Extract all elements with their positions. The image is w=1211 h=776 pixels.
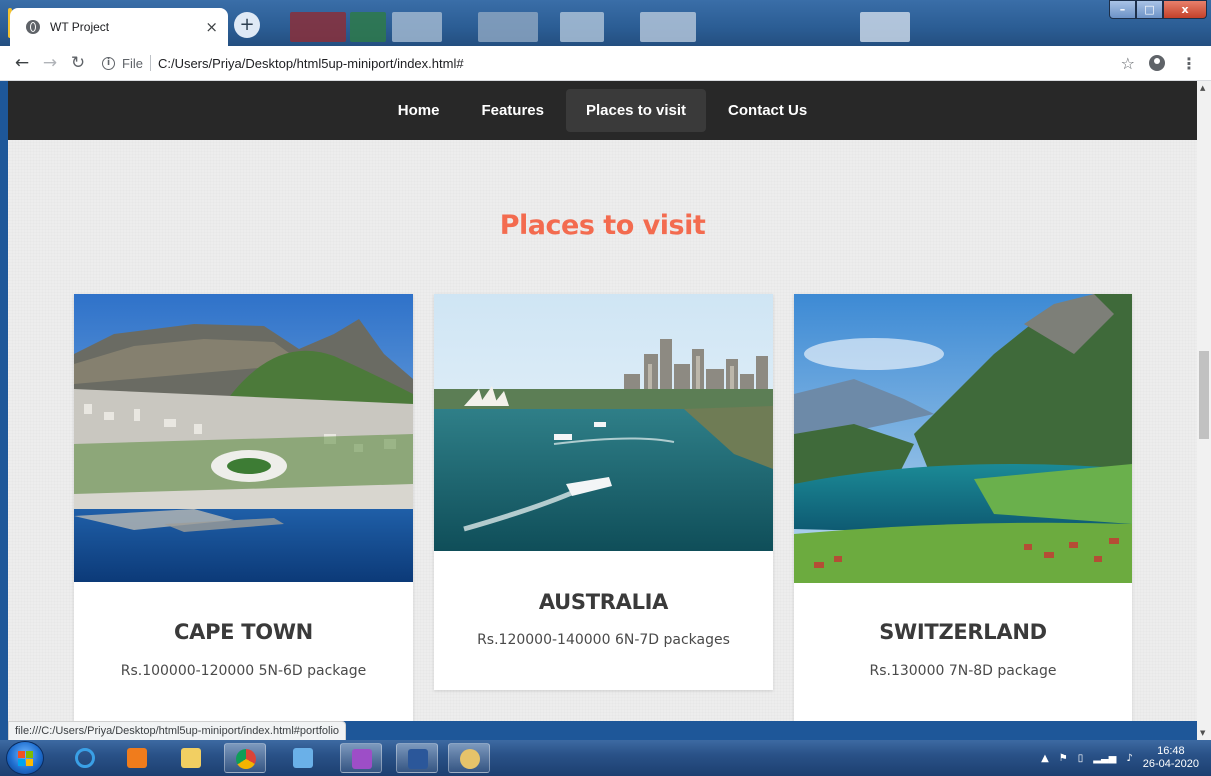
star-icon[interactable]: ☆: [1121, 54, 1135, 73]
site-navbar: Home Features Places to visit Contact Us: [8, 81, 1197, 140]
new-tab-button[interactable]: +: [234, 12, 260, 38]
link-status-bar: file:///C:/Users/Priya/Desktop/html5up-m…: [8, 721, 347, 740]
page-scrollbar[interactable]: ▲ ▼: [1197, 81, 1211, 740]
paint-icon: [460, 749, 480, 769]
page-viewport: Home Features Places to visit Contact Us…: [8, 81, 1197, 721]
windows-taskbar: ▲ ⚑ ▯ ▂▃▅ ♪ 16:48 26-04-2020: [0, 740, 1211, 776]
place-card[interactable]: SWITZERLAND Rs.130000 7N-8D package: [794, 294, 1132, 721]
window-controls: – □ x: [1109, 0, 1207, 19]
background-window: [860, 12, 910, 42]
maximize-button[interactable]: □: [1136, 0, 1163, 19]
background-window: [478, 12, 538, 42]
background-window: [290, 12, 346, 42]
address-bar-url[interactable]: C:/Users/Priya/Desktop/html5up-miniport/…: [158, 56, 1121, 71]
start-button[interactable]: [6, 741, 44, 775]
background-window: [640, 12, 696, 42]
card-title: AUSTRALIA: [538, 590, 669, 614]
place-card[interactable]: CAPE TOWN Rs.100000-120000 5N-6D package: [74, 294, 413, 721]
system-tray: ▲ ⚑ ▯ ▂▃▅ ♪ 16:48 26-04-2020: [1041, 740, 1205, 776]
nav-contact-us[interactable]: Contact Us: [708, 89, 827, 132]
menu-dots-icon[interactable]: ⋮: [1181, 54, 1197, 73]
scrollbar-thumb[interactable]: [1199, 351, 1209, 439]
close-window-button[interactable]: x: [1163, 0, 1207, 19]
back-arrow-icon[interactable]: ←: [8, 53, 36, 73]
taskbar-paint[interactable]: [448, 743, 490, 773]
background-window: [350, 12, 386, 42]
app-icon: [293, 748, 313, 768]
volume-icon[interactable]: ♪: [1126, 753, 1132, 764]
place-card[interactable]: AUSTRALIA Rs.120000-140000 6N-7D package…: [434, 294, 773, 690]
taskbar-file-explorer[interactable]: [170, 743, 212, 773]
taskbar-word[interactable]: [396, 743, 438, 773]
taskbar-app[interactable]: [340, 743, 382, 773]
word-icon: [408, 749, 428, 769]
minimize-button[interactable]: –: [1109, 0, 1136, 19]
media-player-icon: [127, 748, 147, 768]
info-icon[interactable]: i: [102, 56, 115, 70]
nav-places-to-visit[interactable]: Places to visit: [565, 89, 707, 132]
card-title: SWITZERLAND: [879, 620, 1047, 644]
globe-icon: [26, 20, 40, 34]
background-window: [392, 12, 442, 42]
url-separator: [149, 55, 151, 71]
section-heading: Places to visit: [499, 210, 706, 241]
tab-title: WT Project: [50, 20, 110, 34]
sydney-harbour-photo: [434, 294, 773, 551]
card-description: Rs.130000 7N-8D package: [869, 663, 1057, 679]
url-scheme: File: [122, 55, 143, 71]
browser-toolbar: ← → ↻ i File C:/Users/Priya/Desktop/html…: [0, 46, 1211, 81]
nav-features[interactable]: Features: [461, 89, 564, 132]
background-window: [560, 12, 604, 42]
clock-time: 16:48: [1157, 745, 1185, 757]
taskbar-internet-explorer[interactable]: [64, 743, 106, 773]
battery-icon[interactable]: ▯: [1078, 753, 1084, 764]
taskbar-chrome[interactable]: [224, 743, 266, 773]
internet-explorer-icon: [75, 748, 95, 768]
card-description: Rs.100000-120000 5N-6D package: [120, 663, 367, 679]
card-description: Rs.120000-140000 6N-7D packages: [477, 632, 730, 648]
clock-date: 26-04-2020: [1142, 758, 1199, 770]
app-icon: [352, 749, 372, 769]
browser-titlebar: WT Project × + – □ x: [0, 0, 1211, 46]
chrome-icon: [236, 749, 256, 769]
scroll-up-arrow-icon[interactable]: ▲: [1200, 84, 1205, 92]
system-clock[interactable]: 16:48 26-04-2020: [1143, 745, 1199, 771]
card-title: CAPE TOWN: [174, 620, 313, 644]
account-icon[interactable]: [1149, 55, 1165, 71]
taskbar-app[interactable]: [282, 743, 324, 773]
close-tab-icon[interactable]: ×: [205, 18, 218, 36]
network-signal-icon[interactable]: ▂▃▅: [1093, 753, 1116, 764]
flag-icon[interactable]: ⚑: [1059, 753, 1068, 764]
browser-tab[interactable]: WT Project ×: [10, 8, 228, 46]
windows-logo-icon: [18, 751, 34, 767]
forward-arrow-icon[interactable]: →: [36, 53, 64, 73]
folder-icon: [181, 748, 201, 768]
nav-home[interactable]: Home: [378, 89, 460, 132]
reload-icon[interactable]: ↻: [64, 53, 92, 73]
scroll-down-arrow-icon[interactable]: ▼: [1200, 729, 1205, 737]
taskbar-media-player[interactable]: [116, 743, 158, 773]
cape-town-photo: [74, 294, 413, 582]
swiss-lake-photo: [794, 294, 1132, 583]
show-hidden-icons-icon[interactable]: ▲: [1041, 753, 1049, 764]
